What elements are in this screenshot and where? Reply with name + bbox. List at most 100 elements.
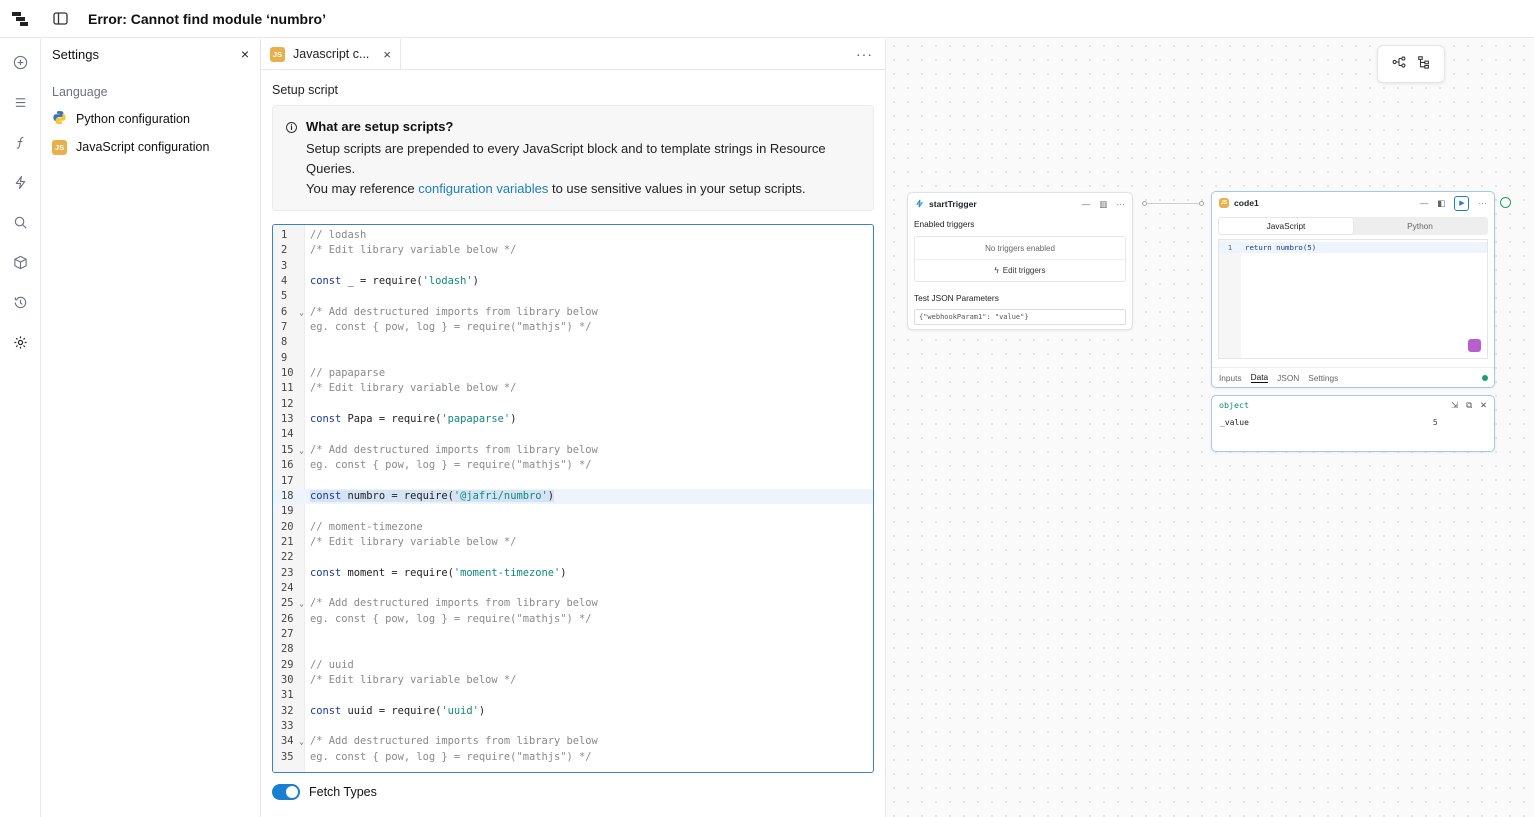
- code-line: 28: [273, 642, 873, 657]
- line-text: [305, 259, 310, 274]
- node-menu-icon[interactable]: ···: [1116, 199, 1125, 210]
- line-text: // papaparse: [310, 367, 386, 380]
- start-trigger-node[interactable]: startTrigger — ▥ ··· Enabled triggers No…: [907, 192, 1133, 330]
- tab-close-icon[interactable]: ×: [383, 47, 391, 62]
- trigger-node-title: startTrigger: [929, 199, 977, 209]
- code-line: 29 // uuid: [273, 658, 873, 673]
- ai-assist-icon[interactable]: [1468, 339, 1481, 352]
- app-logo-icon[interactable]: [0, 0, 40, 38]
- line-number: 16: [281, 459, 294, 472]
- line-text: // moment-timezone: [310, 520, 423, 533]
- code-node-header: JS code1 — ◧ ▶ ···: [1212, 192, 1494, 214]
- enabled-triggers-label: Enabled triggers: [914, 219, 975, 229]
- collapse-icon[interactable]: ⇲: [1451, 400, 1458, 411]
- line-number: 8: [281, 336, 288, 349]
- line-number: 34 ⌄: [273, 734, 305, 749]
- tab-javascript-configuration[interactable]: JS Javascript c... ×: [261, 38, 402, 70]
- fold-chevron-icon[interactable]: ⌄: [299, 734, 304, 749]
- edit-triggers-button[interactable]: ϟ Edit triggers: [915, 259, 1125, 281]
- close-icon[interactable]: ×: [241, 46, 249, 62]
- line-number: 23: [281, 566, 294, 579]
- expand-icon[interactable]: ▥: [1099, 199, 1107, 210]
- node-menu-icon[interactable]: ···: [1478, 198, 1487, 208]
- expand-icon[interactable]: ◧: [1437, 198, 1445, 209]
- search-icon[interactable]: [9, 211, 31, 233]
- code-line: 12: [273, 397, 873, 412]
- code-lines: 1 // lodash 2 /* Edit library variable belo…: [273, 228, 873, 765]
- code-line: 18 const numbro = require('@jafri/numbro'…: [273, 488, 873, 505]
- node-code-editor[interactable]: 1 return numbro(5): [1218, 239, 1488, 359]
- sidebar-toggle-icon[interactable]: [40, 0, 80, 38]
- plus-circle-icon[interactable]: [9, 51, 31, 73]
- line-text: [305, 719, 310, 734]
- python-option[interactable]: Python: [1353, 218, 1487, 234]
- javascript-option[interactable]: JavaScript: [1219, 218, 1353, 234]
- code1-node[interactable]: JS code1 — ◧ ▶ ··· JavaScript Python 1 r…: [1211, 191, 1495, 388]
- line-number: 18: [281, 489, 294, 502]
- line-text: /* Add destructured imports from library…: [310, 597, 598, 610]
- line-text: const Papa = require('papaparse'): [310, 413, 517, 426]
- test-json-input[interactable]: {"webhookParam1": "value"}: [914, 309, 1126, 325]
- minimize-icon[interactable]: —: [1082, 199, 1091, 210]
- more-options-icon[interactable]: ···: [856, 46, 885, 62]
- node-line-gutter: [1219, 240, 1241, 358]
- output-key: _value: [1220, 418, 1249, 427]
- fetch-types-label: Fetch Types: [309, 785, 377, 799]
- code-editor[interactable]: 1 // lodash 2 /* Edit library variable belo…: [272, 224, 874, 773]
- fold-chevron-icon[interactable]: ⌄: [299, 305, 304, 320]
- line-text: [305, 504, 310, 519]
- code-line: 17: [273, 474, 873, 489]
- lightning-icon: [915, 199, 924, 210]
- tab-data[interactable]: Data: [1250, 372, 1269, 383]
- tab-settings[interactable]: Settings: [1308, 373, 1338, 383]
- triggers-box: No triggers enabled ϟ Edit triggers: [914, 236, 1126, 282]
- run-button[interactable]: ▶: [1454, 195, 1470, 211]
- auto-layout-icon[interactable]: [1392, 55, 1406, 74]
- code-line: 26 eg. const { pow, log } = require("math…: [273, 612, 873, 627]
- line-text: /* Edit library variable below */: [310, 673, 517, 686]
- node-connector: [1145, 203, 1201, 204]
- code-line: 3: [273, 259, 873, 274]
- lightning-icon[interactable]: [9, 171, 31, 193]
- history-icon[interactable]: [9, 291, 31, 313]
- js-icon: JS: [52, 139, 67, 155]
- line-number: 27: [281, 627, 294, 640]
- line-text: eg. const { pow, log } = require("mathjs…: [310, 612, 592, 625]
- language-toggle: JavaScript Python: [1218, 217, 1488, 235]
- line-number: 29: [281, 658, 294, 671]
- output-handle[interactable]: [1500, 197, 1511, 208]
- line-number: 35: [281, 750, 294, 763]
- line-text: /* Add destructured imports from library…: [310, 443, 598, 456]
- tree-icon[interactable]: [1417, 55, 1431, 74]
- python-icon: [52, 110, 67, 128]
- line-text: [305, 642, 310, 657]
- minimize-icon[interactable]: —: [1420, 198, 1429, 208]
- line-number: 6 ⌄: [273, 305, 305, 320]
- gear-icon[interactable]: [9, 331, 31, 353]
- line-text: const numbro = require('@jafri/numbro'): [310, 489, 554, 502]
- javascript-configuration-item[interactable]: JS JavaScript configuration: [41, 133, 260, 161]
- function-icon[interactable]: [9, 131, 31, 153]
- line-number: 21: [281, 535, 294, 548]
- close-icon[interactable]: ✕: [1480, 400, 1487, 411]
- fold-chevron-icon[interactable]: ⌄: [299, 596, 304, 611]
- configuration-variables-link[interactable]: configuration variables: [418, 181, 548, 196]
- tab-json[interactable]: JSON: [1277, 373, 1299, 383]
- popout-icon[interactable]: ⧉: [1466, 400, 1472, 411]
- setup-script-title: Setup script: [272, 83, 339, 97]
- workflow-canvas[interactable]: startTrigger — ▥ ··· Enabled triggers No…: [887, 39, 1534, 817]
- left-rail: [0, 39, 41, 817]
- test-json-label: Test JSON Parameters: [914, 293, 999, 303]
- list-icon[interactable]: [9, 91, 31, 113]
- fetch-types-toggle[interactable]: [272, 784, 300, 800]
- output-row: _value 5: [1212, 414, 1494, 431]
- line-number: 13: [281, 413, 294, 426]
- python-configuration-item[interactable]: Python configuration: [41, 105, 260, 133]
- code-line: 8: [273, 335, 873, 350]
- fold-chevron-icon[interactable]: ⌄: [299, 443, 304, 458]
- package-icon[interactable]: [9, 251, 31, 273]
- info-line-2: You may reference configuration variable…: [306, 179, 860, 199]
- connector-handle[interactable]: [1199, 201, 1204, 206]
- tab-inputs[interactable]: Inputs: [1219, 373, 1242, 383]
- connector-handle[interactable]: [1142, 201, 1147, 206]
